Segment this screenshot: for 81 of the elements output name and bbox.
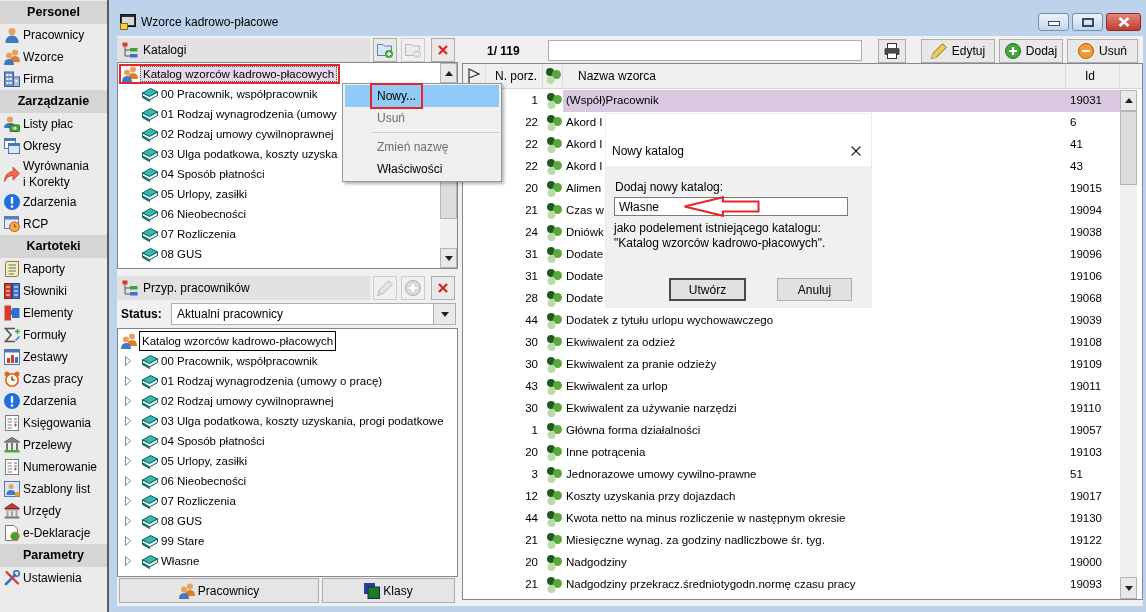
table-cell-text: (Współ)Pracownik xyxy=(566,93,659,109)
table-cell-text: 19110 xyxy=(1070,401,1102,417)
table-cell-text: Dodate xyxy=(566,269,604,285)
table-cell-text: 28 xyxy=(524,291,539,307)
table-cell-text: 19031 xyxy=(1070,93,1102,109)
table-cell-text: 19122 xyxy=(1070,533,1102,549)
status-label: Status: xyxy=(120,306,163,323)
table-cell-text: 21 xyxy=(524,533,539,549)
panel-title: Katalogi xyxy=(143,42,187,59)
table-cell-text: Ekwiwalent za pranie odzieży xyxy=(566,357,717,373)
description-text: jako podelement istniejącego katalogu: "Katalog wzorców kadrowo-płacowych". xyxy=(614,221,826,251)
window-title: Wzorce kadrowo-płacowe xyxy=(141,14,279,31)
table-cell-text: 1 xyxy=(530,423,539,439)
table-cell-text: 21 xyxy=(524,203,539,219)
table-cell-text: 51 xyxy=(1070,467,1083,483)
table-cell-text: 22 xyxy=(524,159,539,175)
table-cell-text: Nadgodziny przekracz.średniotygodn.normę czasu pracy xyxy=(566,577,856,593)
record-counter: 1/ 119 xyxy=(487,42,521,60)
table-cell-text: 22 xyxy=(524,115,539,131)
table-cell-text: Akord I xyxy=(566,159,603,175)
dialog-title: Nowy katalog xyxy=(612,142,685,160)
table-cell-text: Koszty uzyskania przy dojazdach xyxy=(566,489,736,505)
table-cell-text: 20 xyxy=(524,181,539,197)
table-cell-text: 1 xyxy=(530,93,539,109)
table-cell-text: 19106 xyxy=(1070,269,1102,285)
table-cell-text: 19130 xyxy=(1070,511,1102,527)
table-cell-text: 41 xyxy=(1070,137,1083,153)
section-header: Kartoteki xyxy=(0,235,107,258)
table-cell-text: Miesięczne wynag. za godziny nadliczbowe śr. tyg. xyxy=(566,533,825,549)
section-header: Personel xyxy=(0,1,107,24)
section-header: Parametry xyxy=(0,544,107,567)
table-cell-text: 19017 xyxy=(1070,489,1102,505)
table-cell-text: Ekwiwalent za odzież xyxy=(566,335,676,351)
table-cell-text: Akord I xyxy=(566,137,603,153)
table-cell-text: 31 xyxy=(524,269,539,285)
table-cell-text: 43 xyxy=(1070,159,1083,175)
table-cell-text: 44 xyxy=(524,313,539,329)
table-cell-text: Jednorazowe umowy cywilno-prawne xyxy=(566,467,757,483)
table-cell-text: 43 xyxy=(524,379,539,395)
table-cell-text: 19015 xyxy=(1070,181,1102,197)
table-cell-text: 19068 xyxy=(1070,291,1102,307)
table-cell-text: 31 xyxy=(524,247,539,263)
table-cell-text: 6 xyxy=(1070,115,1077,131)
table-cell-text: Ekwiwalent za urlop xyxy=(566,379,668,395)
table-cell-text: 19057 xyxy=(1070,423,1102,439)
table-cell-text: 19011 xyxy=(1070,379,1102,395)
table-cell-text: 22 xyxy=(524,137,539,153)
section-header: Zarządzanie xyxy=(0,90,107,113)
table-cell-text: Ekwiwalent za używanie narzędzi xyxy=(566,401,737,417)
table-cell-text: Czas w xyxy=(566,203,604,219)
table-cell-text: Dniówk xyxy=(566,225,604,241)
table-cell-text: 20 xyxy=(524,445,539,461)
table-cell-text: 19108 xyxy=(1070,335,1102,351)
table-cell-text: 12 xyxy=(524,489,539,505)
table-cell-text: 30 xyxy=(524,357,539,373)
table-cell-text: 19000 xyxy=(1070,555,1102,571)
table-cell-text: 19094 xyxy=(1070,203,1102,219)
table-cell-text: 3 xyxy=(530,467,539,483)
table-cell-text: 24 xyxy=(524,225,539,241)
table-cell-text: 20 xyxy=(524,555,539,571)
table-cell-text: 19038 xyxy=(1070,225,1102,241)
table-cell-text: 19109 xyxy=(1070,357,1102,373)
table-cell-text: 19093 xyxy=(1070,577,1102,593)
table-cell-text: Dodatek z tytułu urlopu wychowawczego xyxy=(566,313,774,329)
table-cell-text: Akord I xyxy=(566,115,603,131)
prompt-label: Dodaj nowy katalog: xyxy=(615,179,724,195)
table-cell-text: Kwota netto na minus rozliczenie w następnym okresie xyxy=(566,511,846,527)
table-cell-text: 30 xyxy=(524,335,539,351)
table-cell-text: 21 xyxy=(524,577,539,593)
table-cell-text: Główna forma działalności xyxy=(566,423,701,439)
table-cell-text: 30 xyxy=(524,401,539,417)
table-cell-text: Dodate xyxy=(566,291,604,307)
table-cell-text: 19039 xyxy=(1070,313,1102,329)
table-cell-text: 44 xyxy=(524,511,539,527)
table-cell-text: Alimen xyxy=(566,181,602,197)
table-cell-text: Nadgodziny xyxy=(566,555,627,571)
table-cell-text: 19096 xyxy=(1070,247,1102,263)
table-cell-text: 19103 xyxy=(1070,445,1102,461)
panel-title: Przyp. pracowników xyxy=(143,280,250,297)
table-cell-text: Dodate xyxy=(566,247,604,263)
table-cell-text: Inne potrącenia xyxy=(566,445,646,461)
